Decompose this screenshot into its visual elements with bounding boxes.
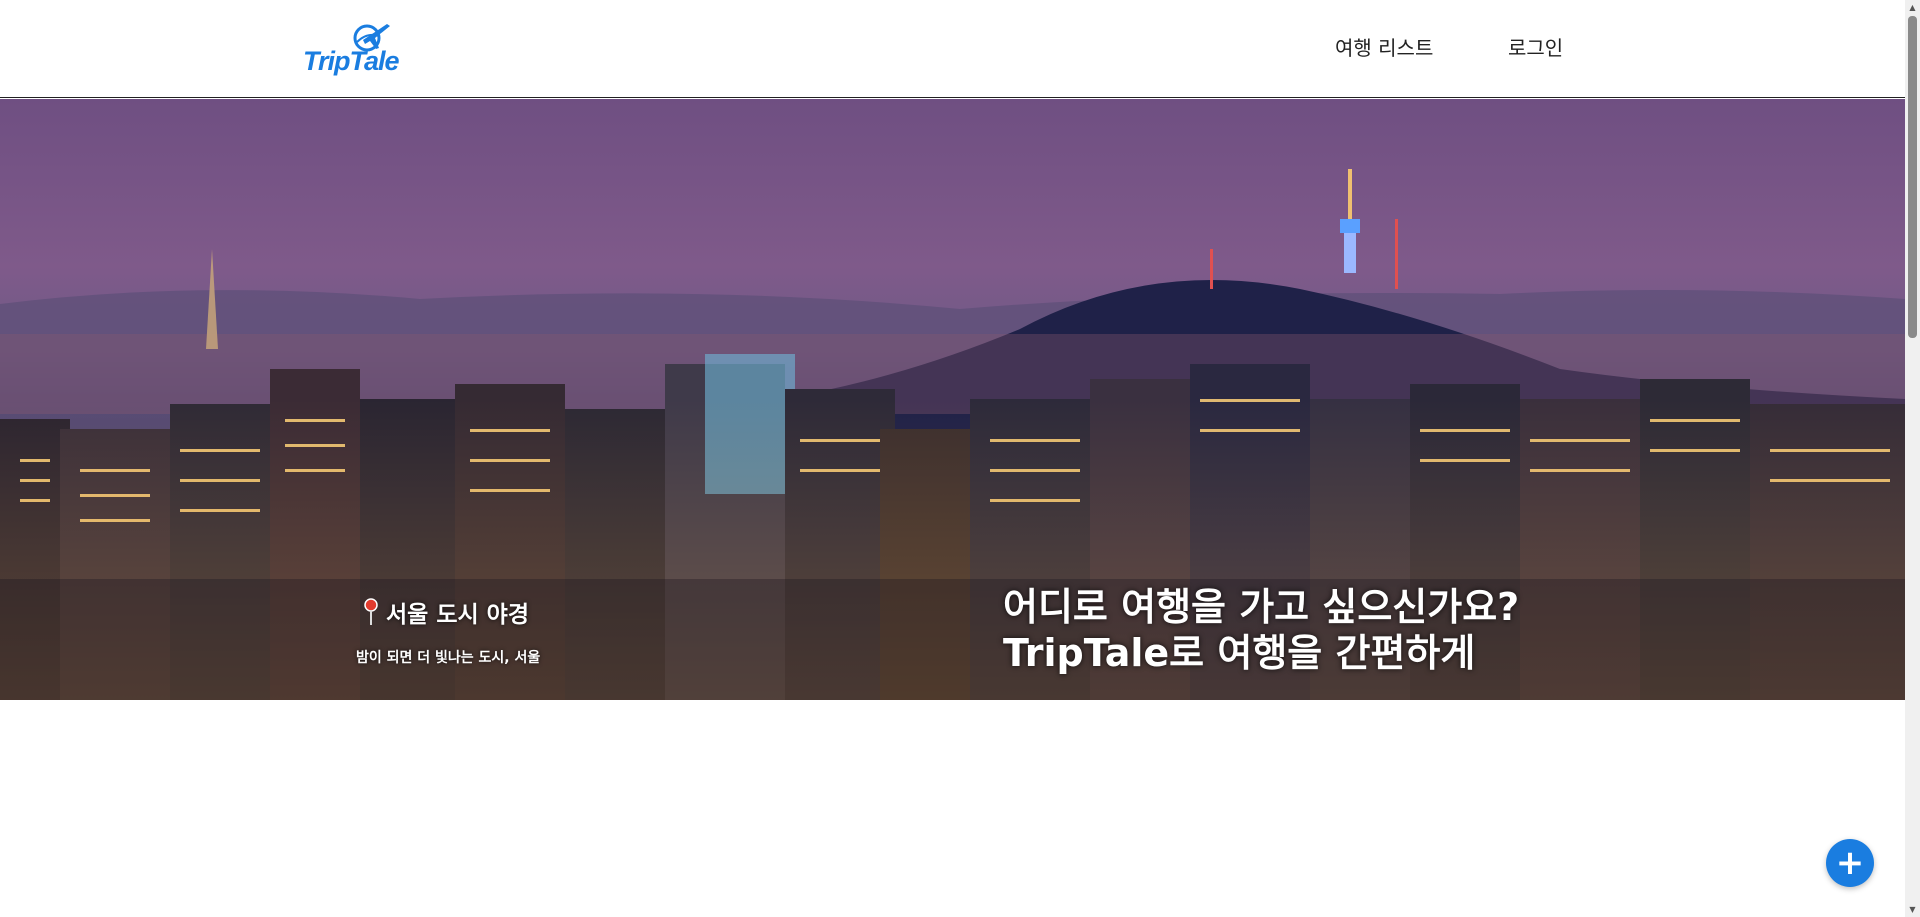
hero-headline-line2: TripTale로 여행을 간편하게	[1003, 631, 1476, 675]
page: TripTale 여행 리스트 로그인 서울 도시 야경 밤이 되면 더 빛나는…	[0, 0, 1920, 917]
scrollbar-thumb[interactable]	[1908, 16, 1917, 338]
hero-place-title: 서울 도시 야경	[362, 595, 529, 629]
logo-text: TripTale	[303, 46, 400, 76]
hero-headline: 어디로 여행을 가고 싶으신가요? TripTale로 여행을 간편하게	[1003, 584, 1519, 676]
hero-place-subtitle: 밤이 되면 더 빛나는 도시, 서울	[356, 650, 541, 666]
map-pin-icon	[362, 597, 380, 627]
vertical-scrollbar[interactable]: ▲ ▼	[1905, 0, 1920, 917]
hero-headline-line1: 어디로 여행을 가고 싶으신가요?	[1003, 585, 1520, 629]
nav-login[interactable]: 로그인	[1508, 32, 1563, 61]
logo[interactable]: TripTale	[303, 20, 400, 76]
seoul-night-skyline-image	[0, 169, 1905, 700]
scroll-up-arrow-icon[interactable]: ▲	[1905, 0, 1920, 15]
hero-banner: 서울 도시 야경 밤이 되면 더 빛나는 도시, 서울 어디로 여행을 가고 싶…	[0, 99, 1905, 700]
add-trip-button[interactable]: +	[1826, 839, 1874, 887]
hero-place-label: 서울 도시 야경	[386, 602, 529, 628]
plus-icon: +	[1835, 843, 1865, 883]
top-header: TripTale 여행 리스트 로그인	[0, 0, 1905, 98]
nav-trip-list[interactable]: 여행 리스트	[1335, 32, 1433, 61]
scroll-down-arrow-icon[interactable]: ▼	[1905, 902, 1920, 917]
